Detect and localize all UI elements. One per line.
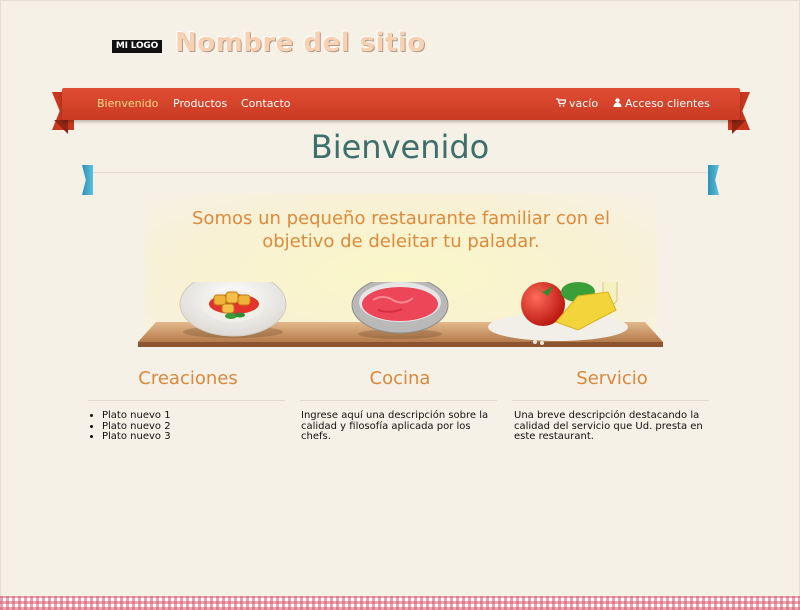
hero-tagline: Somos un pequeño restaurante familiar co… <box>192 208 610 252</box>
main-navbar: Bienvenido Productos Contacto vacío Acce… <box>62 88 740 120</box>
column-title-servicio: Servicio <box>576 368 648 389</box>
side-tab-right <box>708 165 719 195</box>
column-divider <box>300 400 497 401</box>
new-dishes-list: Plato nuevo 1 Plato nuevo 2 Plato nuevo … <box>88 410 171 443</box>
column-divider <box>88 400 285 401</box>
site-name[interactable]: Nombre del sitio <box>175 28 426 58</box>
list-item[interactable]: Plato nuevo 1 <box>102 410 171 422</box>
column-title-creaciones: Creaciones <box>138 368 238 389</box>
side-tab-left <box>82 165 93 195</box>
title-divider <box>93 172 708 173</box>
cart-link[interactable]: vacío <box>556 97 598 110</box>
kitchen-description: Ingrese aquí una descripción sobre la ca… <box>301 410 489 442</box>
service-description: Una breve descripción destacando la cali… <box>514 410 703 442</box>
column-title-cocina: Cocina <box>369 368 431 389</box>
plate-image <box>179 282 287 338</box>
cart-label: vacío <box>569 97 599 110</box>
nav-item-bienvenido[interactable]: Bienvenido <box>97 97 158 110</box>
nav-item-productos[interactable]: Productos <box>173 97 227 110</box>
checkered-footer-strip <box>0 596 800 610</box>
column-divider <box>512 400 709 401</box>
ingredients-image <box>488 282 628 345</box>
nav-item-contacto[interactable]: Contacto <box>241 97 291 110</box>
hero-illustration <box>138 282 663 347</box>
list-item[interactable]: Plato nuevo 3 <box>102 431 171 443</box>
customer-login-link[interactable]: Acceso clientes <box>613 97 710 110</box>
page-title: Bienvenido <box>310 128 490 166</box>
cart-icon <box>556 98 566 107</box>
user-icon <box>613 98 622 107</box>
site-logo[interactable]: MI LOGO <box>112 40 162 53</box>
customer-login-label: Acceso clientes <box>625 97 710 110</box>
